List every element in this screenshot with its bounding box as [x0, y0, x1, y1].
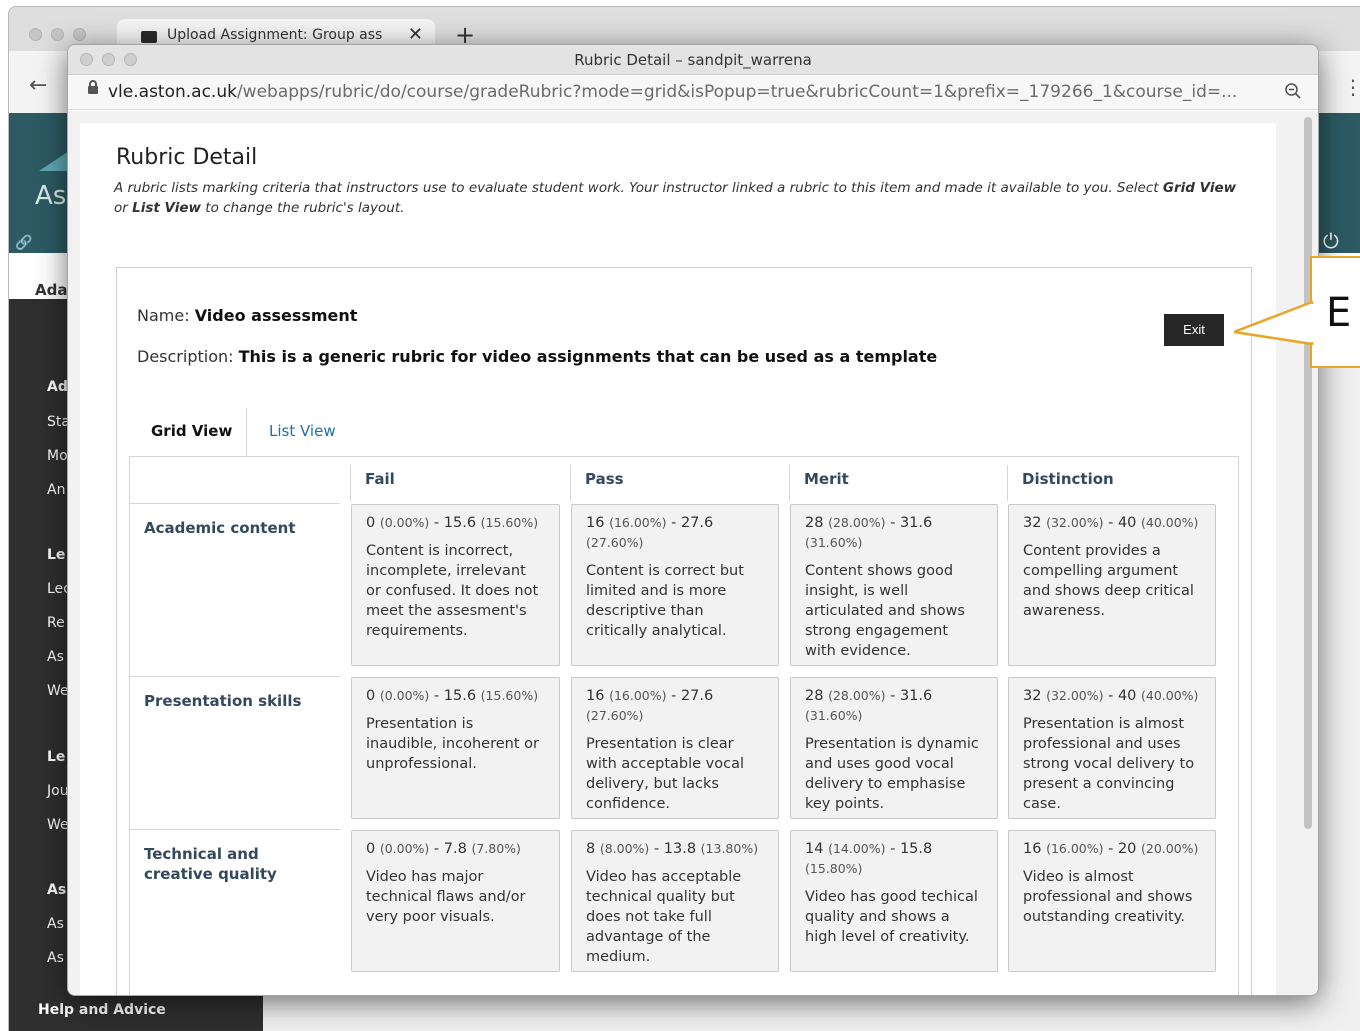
sidebar-item[interactable]: As	[47, 916, 64, 932]
bg-close-dot[interactable]	[29, 28, 42, 41]
criterion-presentation-skills: Presentation skills	[130, 676, 340, 824]
column-header-fail: Fail	[350, 465, 558, 501]
zoom-icon[interactable]	[1284, 82, 1302, 100]
rubric-description: Description: This is a generic rubric fo…	[137, 347, 938, 366]
link-icon[interactable]: 🔗	[15, 235, 32, 251]
rubric-cell[interactable]: 0 (0.00%) - 7.8 (7.80%) Video has major …	[351, 830, 560, 972]
column-header-merit: Merit	[789, 465, 997, 501]
power-icon[interactable]: ⏻	[1323, 229, 1339, 253]
popup-titlebar: Rubric Detail – sandpit_warrena	[68, 45, 1318, 75]
rubric-cell[interactable]: 16 (16.00%) - 27.6 (27.60%) Presentation…	[571, 677, 779, 819]
sidebar-item[interactable]: Le	[47, 547, 65, 563]
blackboard-favicon-icon	[141, 31, 157, 43]
sidebar-item[interactable]: Mo	[47, 448, 68, 464]
rubric-box: Name: Video assessment Description: This…	[116, 267, 1252, 995]
popup-content: Rubric Detail A rubric lists marking cri…	[68, 111, 1318, 995]
rubric-cell[interactable]: 32 (32.00%) - 40 (40.00%) Content provid…	[1008, 504, 1216, 666]
logo-triangle-icon	[39, 151, 69, 171]
rubric-cell[interactable]: 14 (14.00%) - 15.8 (15.80%) Video has go…	[790, 830, 998, 972]
help-and-advice-link[interactable]: Help and Advice	[38, 1002, 166, 1018]
background-tab-title: Upload Assignment: Group ass	[167, 27, 383, 43]
popup-url-bar[interactable]: vle.aston.ac.uk/webapps/rubric/do/course…	[68, 76, 1318, 110]
rubric-cell[interactable]: 8 (8.00%) - 13.8 (13.80%) Video has acce…	[571, 830, 779, 972]
vertical-scrollbar[interactable]	[1304, 117, 1312, 829]
exit-button[interactable]: Exit	[1164, 314, 1224, 346]
column-header-distinction: Distinction	[1007, 465, 1227, 501]
popup-url[interactable]: vle.aston.ac.uk/webapps/rubric/do/course…	[108, 82, 1237, 102]
lock-icon	[88, 80, 98, 94]
callout-arrow-icon	[1234, 300, 1314, 346]
rubric-cell[interactable]: 0 (0.00%) - 15.6 (15.60%) Content is inc…	[351, 504, 560, 666]
tab-list-view[interactable]: List View	[249, 408, 356, 456]
annotation-callout-text: E	[1326, 290, 1352, 336]
sidebar-item[interactable]: We	[47, 817, 69, 833]
banner-logo-text: As	[35, 181, 67, 211]
rubric-cell[interactable]: 16 (16.00%) - 27.6 (27.60%) Content is c…	[571, 504, 779, 666]
popup-window-title: Rubric Detail – sandpit_warrena	[574, 51, 812, 69]
course-bar-text: Ada	[35, 281, 68, 299]
column-header-pass: Pass	[570, 465, 778, 501]
intro-text: A rubric lists marking criteria that ins…	[114, 180, 1237, 216]
sidebar-item[interactable]: We	[47, 683, 69, 699]
url-path: /webapps/rubric/do/course/gradeRubric?mo…	[236, 82, 1238, 102]
rubric-cell[interactable]: 16 (16.00%) - 20 (20.00%) Video is almos…	[1008, 830, 1216, 972]
bg-zoom-dot[interactable]	[73, 28, 86, 41]
sidebar-item[interactable]: Jou	[47, 783, 69, 799]
sidebar-item[interactable]: As	[47, 950, 64, 966]
sidebar-item[interactable]: An	[47, 482, 65, 498]
bg-minimize-dot[interactable]	[51, 28, 64, 41]
rubric-cell[interactable]: 28 (28.00%) - 31.6 (31.60%) Content show…	[790, 504, 998, 666]
criterion-technical-creative-quality: Technical and creative quality	[130, 829, 340, 995]
sidebar-item[interactable]: Re	[47, 615, 65, 631]
rubric-cell[interactable]: 0 (0.00%) - 15.6 (15.60%) Presentation i…	[351, 677, 560, 819]
sidebar-item[interactable]: As	[47, 649, 64, 665]
browser-menu-icon[interactable]: ⋮	[1343, 75, 1360, 99]
sidebar-item[interactable]: Ad	[47, 379, 68, 395]
back-arrow-icon[interactable]: ←	[29, 73, 47, 98]
criterion-academic-content: Academic content	[130, 503, 340, 673]
rubric-popup-window: Rubric Detail – sandpit_warrena vle.asto…	[67, 44, 1319, 996]
sidebar-item[interactable]: As	[47, 882, 66, 898]
tab-close-icon[interactable]: ✕	[408, 24, 423, 45]
sidebar-item[interactable]: Le	[47, 749, 65, 765]
rubric-sheet: Rubric Detail A rubric lists marking cri…	[80, 123, 1276, 995]
rubric-cell[interactable]: 32 (32.00%) - 40 (40.00%) Presentation i…	[1008, 677, 1216, 819]
url-host: vle.aston.ac.uk	[108, 82, 237, 102]
tab-grid-view[interactable]: Grid View	[131, 408, 247, 456]
rubric-cell[interactable]: 28 (28.00%) - 31.6 (31.60%) Presentation…	[790, 677, 998, 819]
rubric-grid: Fail Pass Merit Distinction Academic con…	[129, 456, 1239, 995]
rubric-name: Name: Video assessment	[137, 306, 358, 325]
page-title: Rubric Detail	[116, 145, 258, 170]
